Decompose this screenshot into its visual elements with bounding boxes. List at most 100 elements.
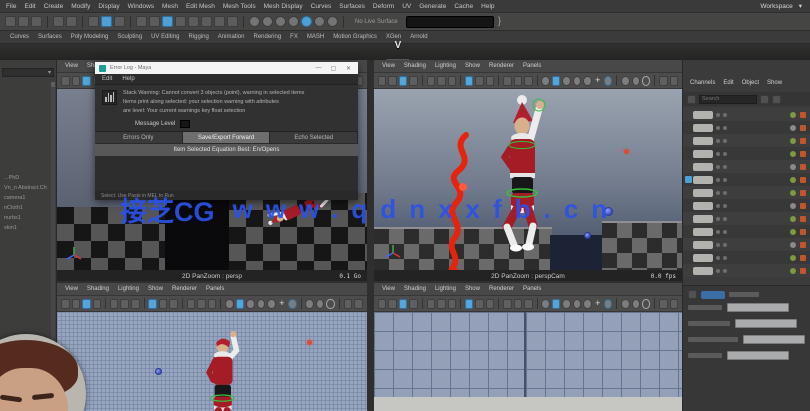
channel-box-menu-item[interactable]: Show <box>767 80 782 86</box>
visibility-toggle[interactable] <box>790 268 796 274</box>
toolbar-icon[interactable] <box>136 16 147 27</box>
viewport-toolbar-icon[interactable] <box>514 299 522 309</box>
viewport-toolbar-icon[interactable] <box>427 76 435 86</box>
channel-box-menu-item[interactable]: Edit <box>723 80 733 86</box>
layer-state-icon[interactable] <box>723 230 727 234</box>
toolbar-icon[interactable] <box>114 16 125 27</box>
viewport-toolbar-icon[interactable] <box>236 299 245 309</box>
viewport-menu-item[interactable]: Show <box>465 63 480 69</box>
clear-search-icon[interactable] <box>760 95 769 104</box>
dialog-tab[interactable]: Errors Only <box>95 132 183 143</box>
layer-state-icon[interactable] <box>723 178 727 182</box>
channel-box-row[interactable] <box>683 225 810 238</box>
layer-thumbnail[interactable] <box>693 111 713 119</box>
viewport-toolbar-icon[interactable] <box>486 299 494 309</box>
viewport-menu-item[interactable]: Show <box>148 286 163 292</box>
mute-toggle[interactable] <box>800 268 806 274</box>
visibility-toggle[interactable] <box>790 242 796 248</box>
viewport-toolbar-icon[interactable] <box>225 299 234 309</box>
viewport-toolbar-icon[interactable] <box>541 76 549 86</box>
magnifier-icon[interactable] <box>688 290 697 299</box>
snap-icon[interactable] <box>262 16 273 27</box>
message-level-field[interactable] <box>180 120 190 128</box>
menubar-item[interactable]: Create <box>44 3 64 10</box>
keyframe-marker[interactable] <box>307 340 312 345</box>
viewport-toolbar-icon[interactable] <box>388 299 396 309</box>
viewport-toolbar-icon[interactable] <box>82 299 91 309</box>
layer-state-icon[interactable] <box>716 256 720 260</box>
viewport-toolbar-icon[interactable] <box>670 299 678 309</box>
viewport-scene-perspcam[interactable] <box>374 89 682 270</box>
shelf-expand-icon[interactable]: } <box>498 16 501 27</box>
channel-box-row[interactable] <box>683 238 810 251</box>
layer-state-icon[interactable] <box>716 204 720 208</box>
viewport-toolbar-icon[interactable] <box>120 299 129 309</box>
visibility-toggle[interactable] <box>790 203 796 209</box>
workspace-label[interactable]: Workspace <box>760 3 792 10</box>
shelf-tab[interactable]: MASH <box>307 34 324 40</box>
viewport-toolbar-icon[interactable] <box>659 76 667 86</box>
keyframe-marker[interactable] <box>624 149 629 154</box>
snap-icon[interactable] <box>249 16 260 27</box>
visibility-toggle[interactable] <box>790 177 796 183</box>
menubar-item[interactable]: Mesh Display <box>264 3 303 10</box>
viewport-toolbar-icon[interactable] <box>448 76 456 86</box>
toolbar-icon[interactable] <box>162 16 173 27</box>
channel-box-row[interactable] <box>683 251 810 264</box>
layer-state-icon[interactable] <box>723 191 727 195</box>
layer-thumbnail[interactable] <box>693 150 713 158</box>
viewport-toolbar-icon[interactable] <box>169 299 178 309</box>
viewport-toolbar-icon[interactable] <box>378 299 386 309</box>
channel-box-row[interactable] <box>683 186 810 199</box>
viewport-toolbar-icon[interactable] <box>344 299 353 309</box>
visibility-toggle[interactable] <box>790 216 796 222</box>
layer-thumbnail[interactable] <box>693 189 713 197</box>
layer-thumbnail[interactable] <box>693 163 713 171</box>
viewport-toolbar-icon[interactable] <box>573 76 581 86</box>
layer-thumbnail[interactable] <box>693 267 713 275</box>
visibility-toggle[interactable] <box>790 138 796 144</box>
add-icon[interactable]: + <box>594 76 602 86</box>
layer-state-icon[interactable] <box>716 217 720 221</box>
mute-toggle[interactable] <box>800 112 806 118</box>
viewport-toolbar-icon[interactable] <box>583 299 591 309</box>
viewport-toolbar-icon[interactable] <box>246 299 255 309</box>
viewport-toolbar-icon[interactable] <box>148 299 157 309</box>
ground-platform[interactable] <box>602 221 682 270</box>
snap-icon[interactable] <box>327 16 338 27</box>
viewport-menu-item[interactable]: Renderer <box>489 63 514 69</box>
toolbar-icon[interactable] <box>66 16 77 27</box>
viewport-toolbar-icon[interactable] <box>197 299 206 309</box>
viewport-toolbar-icon[interactable] <box>399 299 407 309</box>
shelf-tab[interactable]: Curves <box>10 34 29 40</box>
mute-toggle[interactable] <box>800 190 806 196</box>
viewport-menu-item[interactable]: Lighting <box>118 286 139 292</box>
snap-icon[interactable] <box>288 16 299 27</box>
viewport-toolbar-icon[interactable] <box>110 299 119 309</box>
layer-state-icon[interactable] <box>716 243 720 247</box>
channel-box-row[interactable] <box>683 121 810 134</box>
menubar-item[interactable]: Cache <box>454 3 473 10</box>
visibility-toggle[interactable] <box>790 255 796 261</box>
menubar-item[interactable]: Edit <box>24 3 35 10</box>
viewport-toolbar-icon[interactable] <box>552 299 560 309</box>
channel-box-row[interactable] <box>683 134 810 147</box>
outliner-item[interactable]: nCloth1 <box>4 205 54 211</box>
viewport-menu-item[interactable]: View <box>65 63 78 69</box>
menubar-item[interactable]: Modify <box>71 3 90 10</box>
toolbar-icon[interactable] <box>201 16 212 27</box>
layer-state-icon[interactable] <box>716 139 720 143</box>
viewport-toolbar-icon[interactable] <box>632 299 640 309</box>
menubar-item[interactable]: Help <box>481 3 494 10</box>
viewport-toolbar-icon[interactable] <box>475 76 483 86</box>
viewport-menu-item[interactable]: View <box>382 286 395 292</box>
mute-toggle[interactable] <box>800 151 806 157</box>
viewport-toolbar-icon[interactable] <box>552 76 560 86</box>
menubar-item[interactable]: Generate <box>419 3 446 10</box>
field-input[interactable] <box>727 351 789 360</box>
channel-box-row[interactable] <box>683 199 810 212</box>
layer-state-icon[interactable] <box>716 152 720 156</box>
mute-toggle[interactable] <box>800 242 806 248</box>
channel-box-menu-item[interactable]: Object <box>742 80 759 86</box>
viewport-bottom-left[interactable]: ViewShadingLightingShowRendererPanels + <box>57 283 367 411</box>
